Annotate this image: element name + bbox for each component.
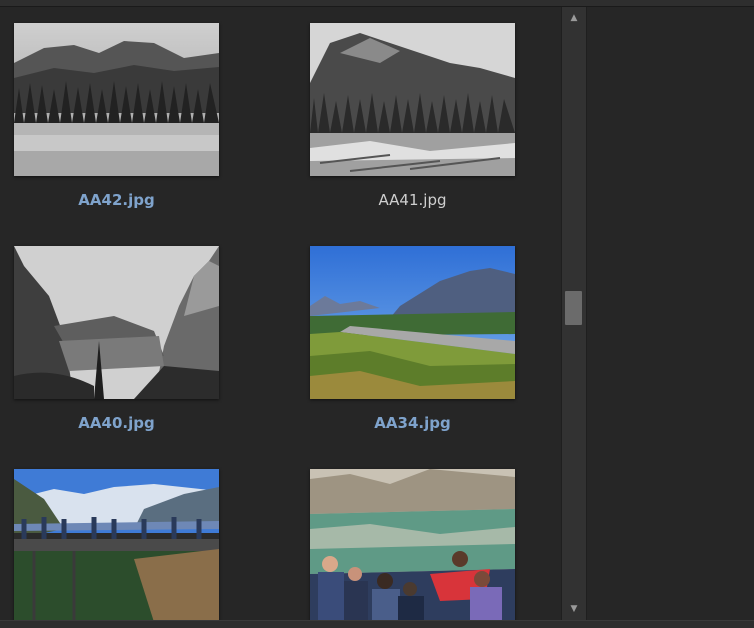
bottom-status-edge [0, 620, 754, 628]
thumbnail-aa41[interactable] [310, 23, 515, 176]
thumbnail-aa34[interactable] [310, 246, 515, 399]
photo-color-lake-people-icon [310, 469, 515, 620]
preview-panel [587, 7, 754, 620]
photo-color-mountain-road-icon [310, 246, 515, 399]
thumbnail-caption[interactable]: AA34.jpg [310, 414, 515, 432]
photo-bw-mountain-forest-meadow-icon [14, 23, 219, 176]
scrollbar-thumb[interactable] [565, 291, 582, 326]
thumbnail-caption[interactable]: AA42.jpg [14, 191, 219, 209]
photo-bw-mountain-driftwood-icon [310, 23, 515, 176]
vertical-scrollbar[interactable]: ▲ ▼ [561, 7, 587, 620]
thumbnail-caption[interactable]: AA40.jpg [14, 414, 219, 432]
thumbnail-caption[interactable]: AA41.jpg [310, 191, 515, 209]
scroll-down-arrow-icon[interactable]: ▼ [562, 600, 586, 618]
file-browser-window: AA42.jpg AA41.jpg AA40.jpg AA34.jpg ▲ ▼ [0, 0, 754, 628]
top-toolbar-edge [0, 0, 754, 7]
scroll-up-arrow-icon[interactable]: ▲ [562, 9, 586, 27]
thumbnail-lake-people[interactable] [310, 469, 515, 620]
photo-color-skywalk-glacier-icon [14, 469, 219, 620]
thumbnail-aa40[interactable] [14, 246, 219, 399]
thumbnail-grid[interactable]: AA42.jpg AA41.jpg AA40.jpg AA34.jpg [0, 7, 561, 620]
photo-bw-lake-valley-icon [14, 246, 219, 399]
thumbnail-aa42[interactable] [14, 23, 219, 176]
thumbnail-skywalk[interactable] [14, 469, 219, 620]
